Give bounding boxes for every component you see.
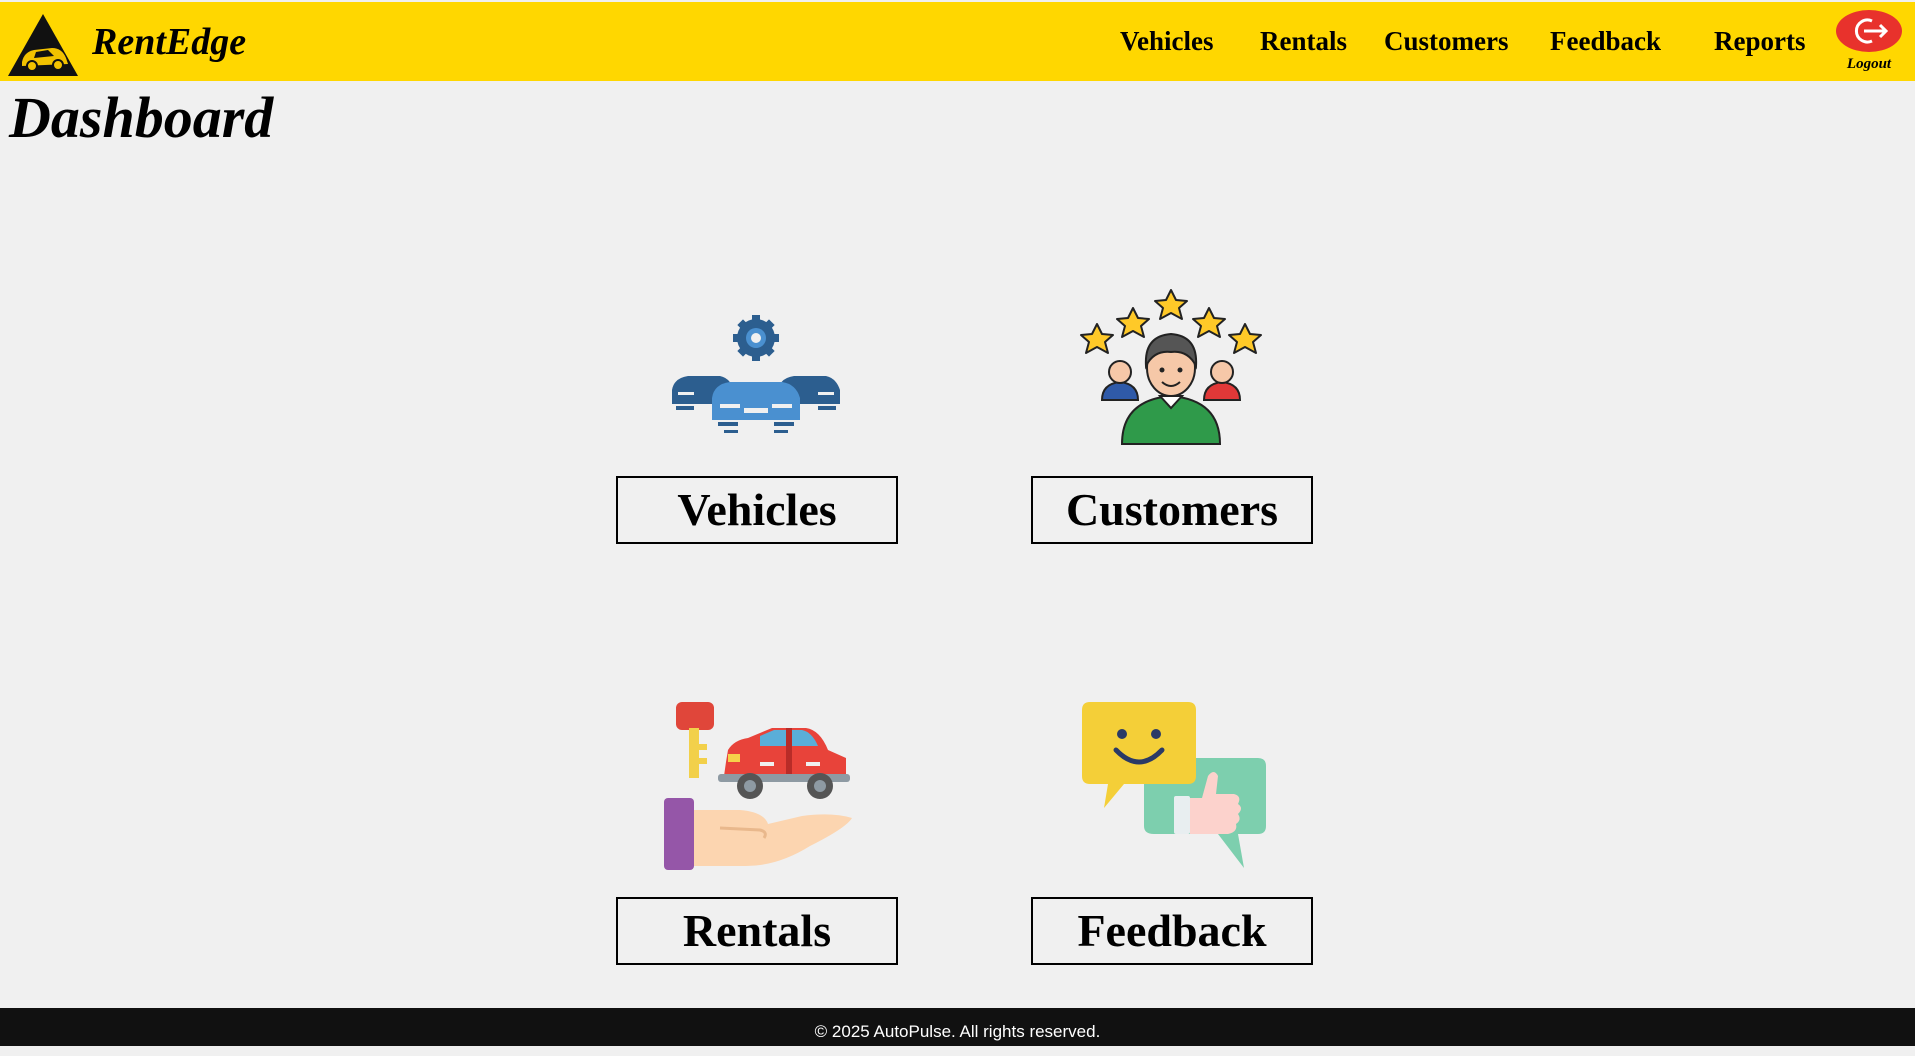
- nav-vehicles[interactable]: Vehicles: [1120, 26, 1214, 57]
- page-title: Dashboard: [9, 85, 274, 150]
- logout-icon[interactable]: [1836, 10, 1902, 52]
- nav-feedback[interactable]: Feedback: [1550, 26, 1661, 57]
- logout-label[interactable]: Logout: [1836, 56, 1902, 73]
- feedback-card-button[interactable]: Feedback: [1031, 897, 1313, 965]
- car-triangle-logo-icon[interactable]: [8, 14, 78, 78]
- nav-reports[interactable]: Reports: [1714, 26, 1805, 57]
- vehicles-card-button[interactable]: Vehicles: [616, 476, 898, 544]
- logout-button[interactable]: Logout: [1836, 10, 1902, 73]
- rentals-card-button[interactable]: Rentals: [616, 897, 898, 965]
- fleet-gear-icon[interactable]: [668, 312, 844, 434]
- brand-name: RentEdge: [92, 21, 247, 63]
- navbar: RentEdge Vehicles Rentals Customers Feed…: [0, 2, 1915, 81]
- customer-rating-icon[interactable]: [1076, 288, 1266, 446]
- feedback-chat-icon[interactable]: [1078, 702, 1268, 870]
- customers-card-button[interactable]: Customers: [1031, 476, 1313, 544]
- footer-text: © 2025 AutoPulse. All rights reserved.: [814, 1022, 1101, 1041]
- footer: © 2025 AutoPulse. All rights reserved.: [0, 1008, 1915, 1046]
- nav-customers[interactable]: Customers: [1384, 26, 1508, 57]
- car-rental-hand-icon[interactable]: [660, 700, 854, 872]
- nav-rentals[interactable]: Rentals: [1260, 26, 1347, 57]
